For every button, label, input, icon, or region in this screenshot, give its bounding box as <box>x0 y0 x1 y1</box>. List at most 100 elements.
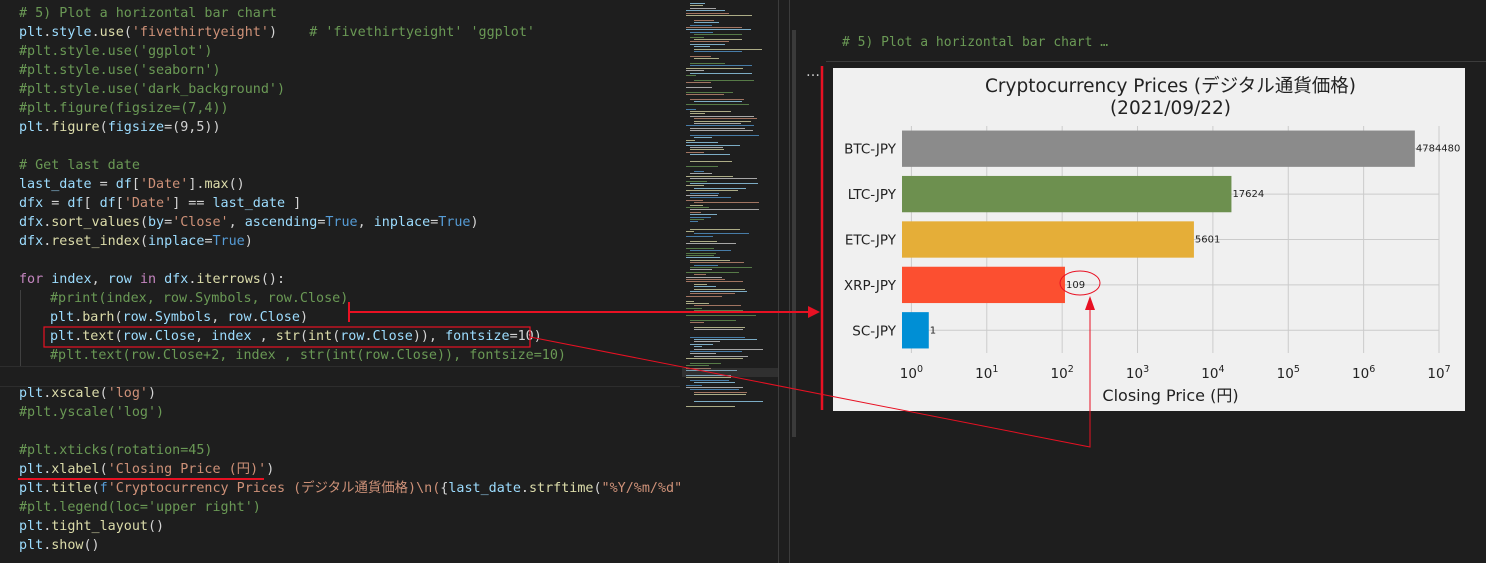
minimap-line <box>686 166 718 168</box>
minimap-line <box>690 115 754 117</box>
minimap-line <box>686 139 695 141</box>
minimap-line <box>690 3 705 4</box>
code-line[interactable]: # Get last date <box>19 156 140 175</box>
output-scrollbar[interactable] <box>792 30 796 437</box>
minimap-line <box>686 231 694 232</box>
code-line[interactable]: plt.figure(figsize=(9,5)) <box>19 118 221 137</box>
data-label: 17624 <box>1232 189 1264 200</box>
minimap-line <box>694 187 746 189</box>
code-line[interactable]: plt.style.use('fivethirtyeight') # 'five… <box>19 23 535 42</box>
code-line[interactable]: plt.text(row.Close, index , str(int(row.… <box>50 327 542 346</box>
code-line[interactable]: #plt.style.use('seaborn') <box>19 61 221 80</box>
code-token: True <box>325 215 358 230</box>
code-token: plt <box>50 310 75 325</box>
code-token: . <box>146 329 155 344</box>
code-token: dfx <box>19 234 44 249</box>
code-line[interactable]: #plt.style.use('dark_background') <box>19 80 285 99</box>
code-token: strftime <box>528 481 594 496</box>
code-token: [ <box>115 196 124 211</box>
code-token: 'fivethirtyeight' <box>131 25 269 40</box>
code-token: 'log' <box>107 386 148 401</box>
minimap-line <box>690 221 698 223</box>
minimap[interactable] <box>682 0 778 563</box>
minimap-line <box>686 75 696 76</box>
minimap-line <box>690 267 752 268</box>
code-line[interactable]: #plt.yscale('log') <box>19 403 164 422</box>
code-token: fontsize <box>445 329 510 344</box>
minimap-line <box>686 94 724 96</box>
minimap-line <box>694 341 720 343</box>
code-line[interactable]: plt.xscale('log') <box>19 384 156 403</box>
minimap-line <box>690 99 744 100</box>
code-token: figsize <box>107 120 165 135</box>
code-token: f <box>99 481 108 496</box>
code-editor[interactable]: # 5) Plot a horizontal bar chart plt.styl… <box>0 0 680 563</box>
minimap-line <box>690 192 719 194</box>
code-line[interactable]: for index, row in dfx.iterrows(): <box>19 270 285 289</box>
minimap-line <box>690 149 724 151</box>
minimap-line <box>690 214 717 216</box>
code-line[interactable]: plt.show() <box>19 536 100 555</box>
minimap-line <box>694 305 741 307</box>
minimap-line <box>690 197 731 199</box>
code-token: by <box>148 215 165 230</box>
code-line[interactable]: plt.barh(row.Symbols, row.Close) <box>50 308 308 327</box>
code-token: plt <box>19 386 44 401</box>
minimap-line <box>690 209 759 211</box>
code-line[interactable]: plt.xlabel('Closing Price (円)') <box>19 460 274 479</box>
minimap-line <box>686 185 704 187</box>
code-line[interactable]: #plt.legend(loc='upper right') <box>19 498 261 517</box>
minimap-line <box>690 259 730 261</box>
minimap-line <box>694 401 763 403</box>
minimap-line <box>694 264 718 266</box>
minimap-line <box>690 147 723 148</box>
minimap-line <box>686 281 743 283</box>
minimap-line <box>690 353 716 355</box>
code-token: ( <box>123 25 132 40</box>
code-line[interactable]: #print(index, row.Symbols, row.Close) <box>50 289 348 308</box>
code-line[interactable]: #plt.xticks(rotation=45) <box>19 441 212 460</box>
minimap-line <box>686 255 714 256</box>
code-line[interactable]: #plt.style.use('ggplot') <box>19 42 212 61</box>
code-token: last_date <box>212 196 286 211</box>
code-line[interactable]: #plt.figure(figsize=(7,4)) <box>19 99 229 118</box>
code-line[interactable]: dfx = df[ df['Date'] == last_date ] <box>19 194 301 213</box>
code-token: . <box>251 310 260 325</box>
code-line[interactable]: last_date = df['Date'].max() <box>19 175 245 194</box>
code-line[interactable]: dfx.sort_values(by='Close', ascending=Tr… <box>19 213 479 232</box>
code-token: () <box>148 519 165 534</box>
minimap-slider[interactable] <box>682 368 778 377</box>
code-token: plt <box>19 481 44 496</box>
code-token: ] <box>285 196 302 211</box>
output-cell-header[interactable]: # 5) Plot a horizontal bar chart … <box>842 34 1108 52</box>
code-token: #plt.style.use('dark_background') <box>19 82 286 97</box>
minimap-line <box>686 180 707 182</box>
code-token: ( <box>299 329 308 344</box>
minimap-line <box>694 394 746 396</box>
code-token: = <box>204 234 213 249</box>
code-line[interactable]: plt.title(f'Cryptocurrency Prices (デジタル通… <box>19 479 680 498</box>
bar <box>902 175 1232 213</box>
minimap-line <box>690 240 717 242</box>
minimap-line <box>686 10 725 12</box>
code-token: max <box>204 177 229 192</box>
code-token: 'Close' <box>172 215 229 230</box>
more-actions-icon[interactable]: … <box>806 64 820 80</box>
minimap-line <box>690 183 758 184</box>
minimap-line <box>694 120 751 122</box>
minimap-line <box>690 55 711 57</box>
code-token: in <box>139 272 157 287</box>
code-token: df <box>67 196 84 211</box>
code-line[interactable]: #plt.text(row.Close+2, index , str(int(r… <box>50 346 566 365</box>
code-line[interactable]: # 5) Plot a horizontal bar chart <box>19 4 277 23</box>
code-token: int <box>308 329 333 344</box>
minimap-line <box>686 387 743 388</box>
minimap-line <box>686 12 729 14</box>
minimap-line <box>690 343 713 345</box>
minimap-line <box>690 322 704 324</box>
code-token: xlabel <box>51 462 100 477</box>
minimap-line <box>694 288 745 290</box>
code-line[interactable]: dfx.reset_index(inplace=True) <box>19 232 253 251</box>
y-tick-label: LTC-JPY <box>848 187 897 203</box>
code-line[interactable]: plt.tight_layout() <box>19 517 164 536</box>
